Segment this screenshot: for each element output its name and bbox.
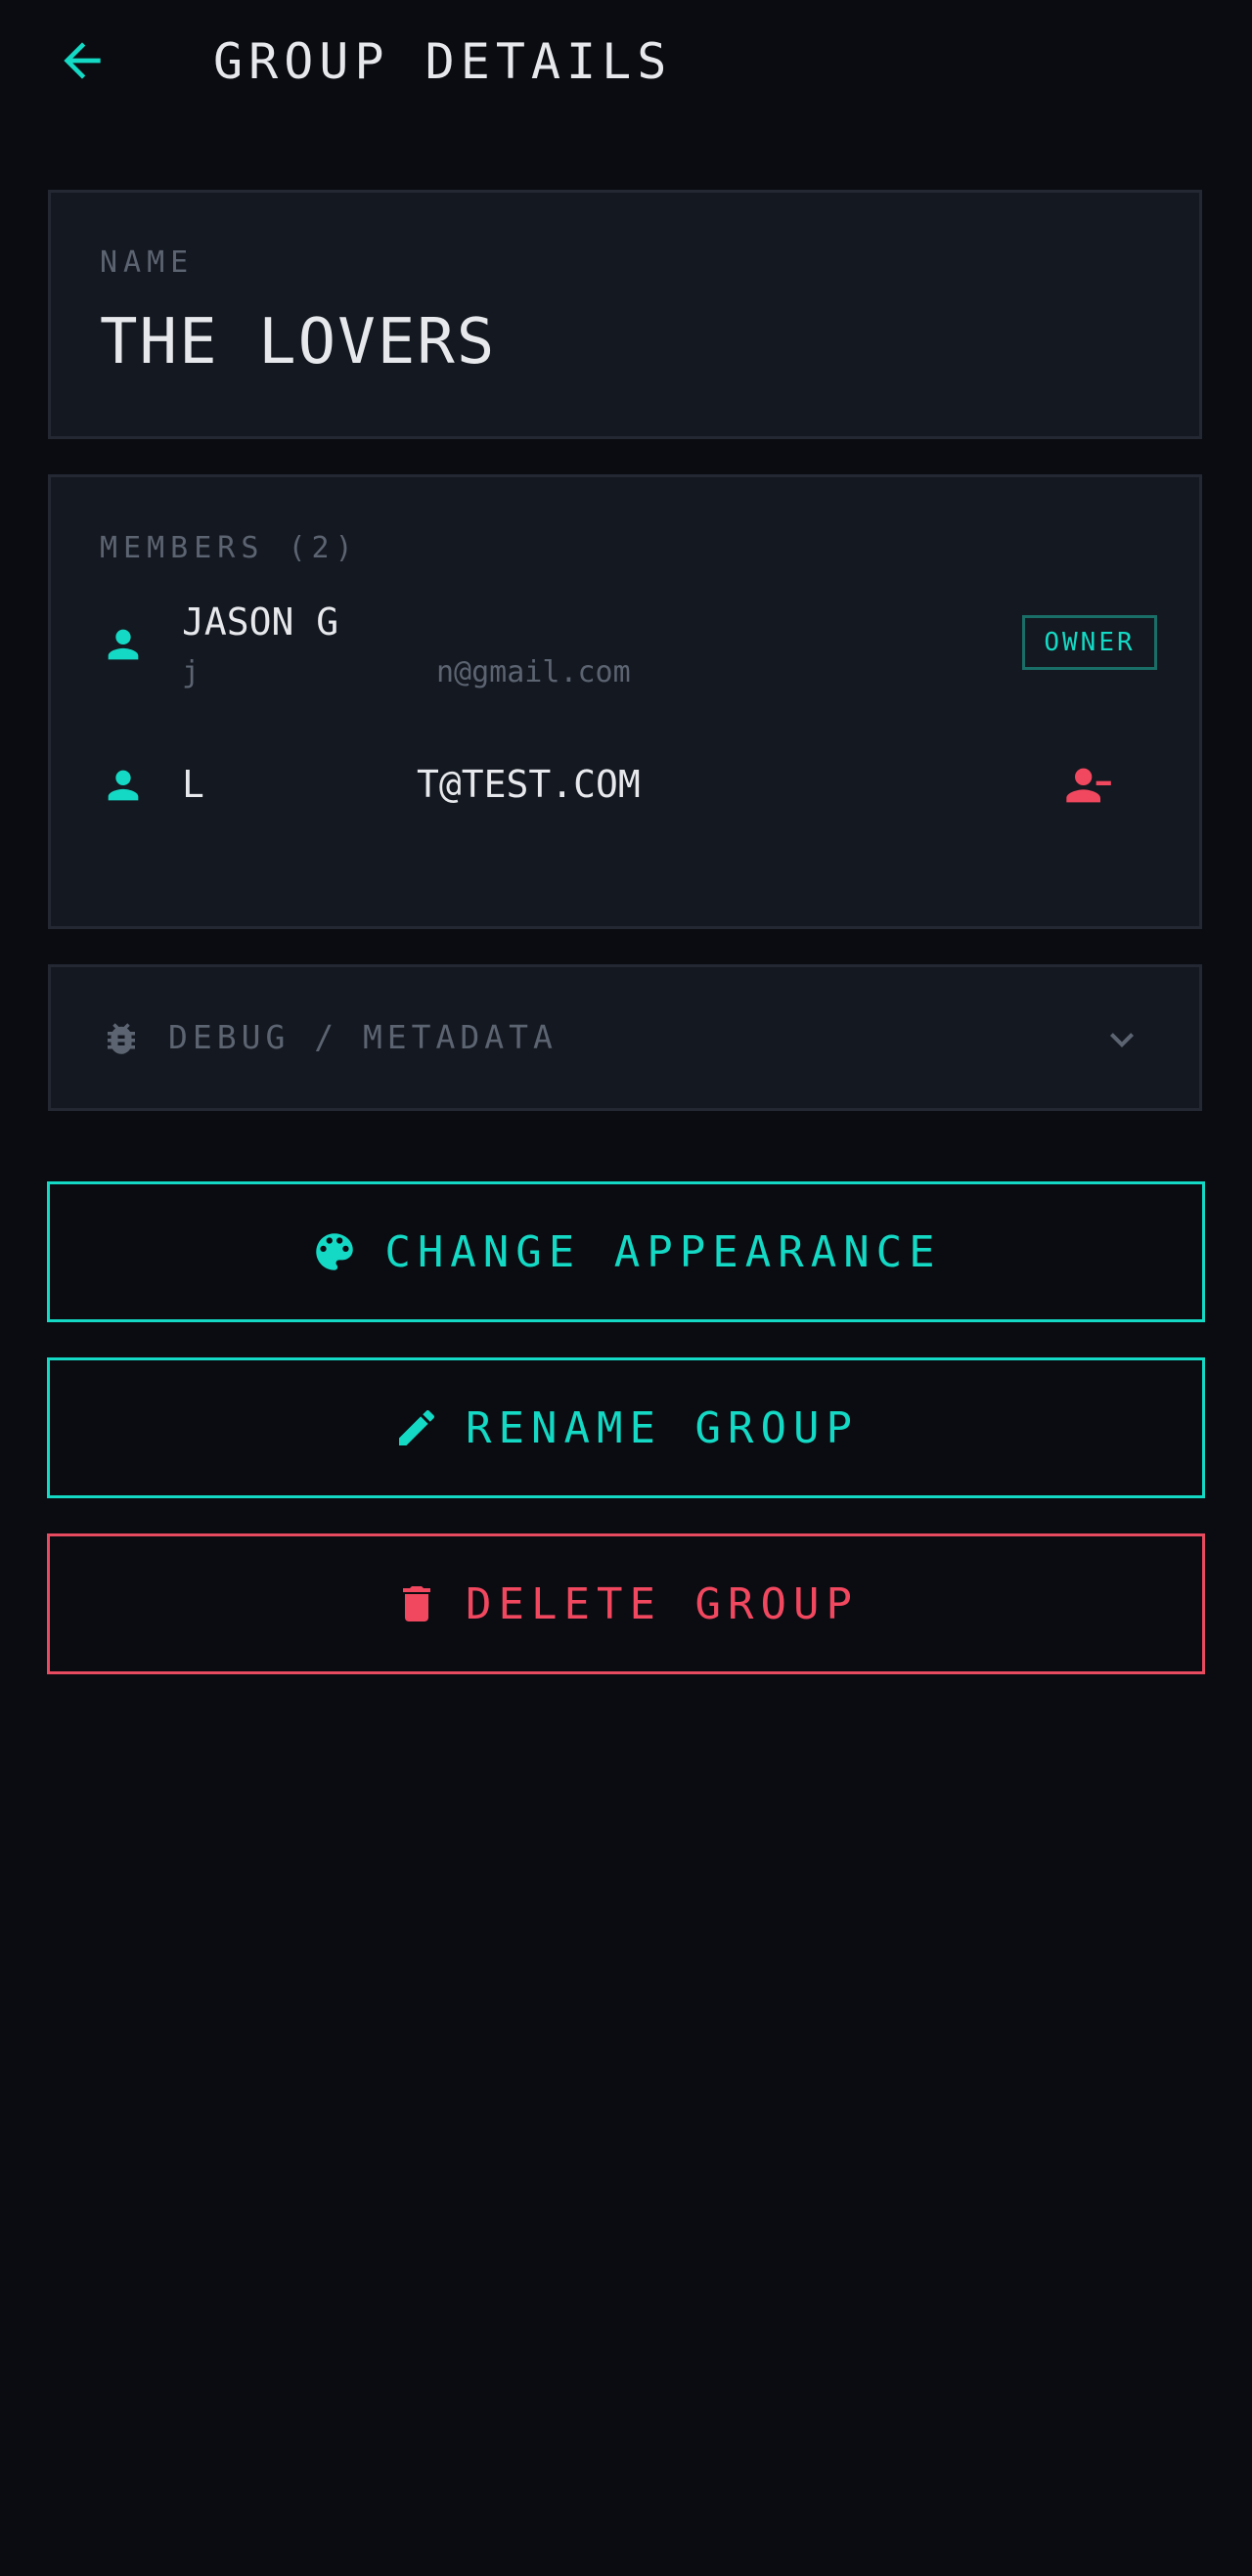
- trash-icon: [403, 1586, 431, 1621]
- app-header: GROUP DETAILS: [0, 0, 1252, 122]
- person-icon: [108, 770, 139, 801]
- chevron-down-icon: [1110, 1033, 1134, 1047]
- rename-group-label: RENAME GROUP: [466, 1402, 859, 1453]
- group-name-value: THE LOVERS: [100, 306, 497, 378]
- member-name-prefix: L: [182, 763, 204, 806]
- person-icon: [108, 629, 139, 660]
- members-label: MEMBERS (2): [100, 531, 359, 565]
- member-name-suffix: T@TEST.COM: [417, 763, 641, 806]
- member-name: JASON G: [182, 600, 339, 644]
- rename-group-button[interactable]: RENAME GROUP: [47, 1357, 1205, 1498]
- back-button[interactable]: [49, 27, 115, 94]
- member-email-prefix: j: [182, 655, 201, 689]
- group-name-card: NAME THE LOVERS: [48, 190, 1202, 439]
- pencil-icon: [399, 1409, 435, 1445]
- remove-member-button[interactable]: [1056, 757, 1119, 814]
- name-label: NAME: [100, 245, 195, 280]
- arrow-left-icon: [64, 42, 101, 79]
- debug-label: DEBUG / METADATA: [168, 1018, 558, 1056]
- page-title: GROUP DETAILS: [213, 33, 673, 90]
- debug-metadata-toggle[interactable]: DEBUG / METADATA: [48, 964, 1202, 1111]
- change-appearance-button[interactable]: CHANGE APPEARANCE: [47, 1181, 1205, 1322]
- bug-icon: [108, 1023, 135, 1054]
- palette-icon: [316, 1233, 354, 1270]
- owner-badge: OWNER: [1022, 615, 1157, 670]
- delete-group-label: DELETE GROUP: [466, 1578, 859, 1629]
- delete-group-button[interactable]: DELETE GROUP: [47, 1533, 1205, 1674]
- member-email-suffix: n@gmail.com: [436, 655, 631, 689]
- change-appearance-label: CHANGE APPEARANCE: [384, 1226, 942, 1277]
- members-card: MEMBERS (2) JASON G j n@gmail.com OWNER …: [48, 474, 1202, 929]
- person-remove-icon: [1066, 768, 1111, 803]
